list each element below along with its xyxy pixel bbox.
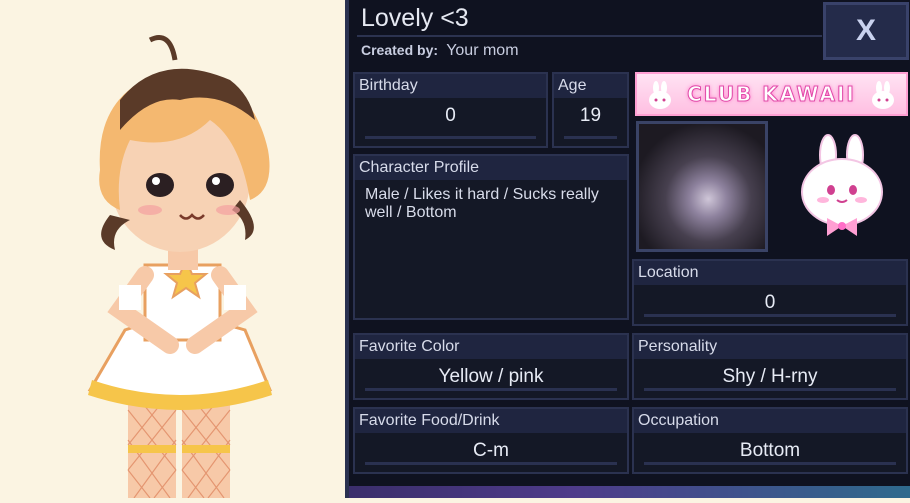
favorite-food-value[interactable]: C-m — [355, 437, 627, 465]
club-kawaii-banner: CLUB KAWAII — [635, 72, 908, 116]
occupation-field[interactable]: Occupation Bottom — [632, 407, 908, 474]
favorite-color-value[interactable]: Yellow / pink — [355, 363, 627, 391]
favorite-food-field[interactable]: Favorite Food/Drink C-m — [353, 407, 629, 474]
favorite-color-underline — [365, 388, 617, 391]
created-by: Created by: Your mom — [361, 40, 519, 60]
personality-value[interactable]: Shy / H-rny — [634, 363, 906, 391]
title-divider — [357, 35, 822, 37]
created-by-label: Created by: — [361, 42, 439, 58]
character-stage — [0, 0, 345, 499]
birthday-underline — [365, 136, 536, 139]
close-button[interactable]: X — [823, 2, 909, 60]
occupation-underline — [644, 462, 896, 465]
age-underline — [564, 136, 617, 139]
age-label: Age — [554, 74, 627, 98]
character-name[interactable]: Lovely <3 — [361, 2, 811, 34]
location-label: Location — [634, 261, 906, 285]
bottom-strip — [349, 486, 910, 498]
occupation-label: Occupation — [634, 409, 906, 433]
character-profile-label: Character Profile — [355, 156, 627, 180]
birthday-label: Birthday — [355, 74, 546, 98]
birthday-value[interactable]: 0 — [355, 102, 546, 130]
bunny-icon — [872, 81, 894, 109]
birthday-field[interactable]: Birthday 0 — [353, 72, 548, 148]
created-by-value: Your mom — [446, 42, 519, 59]
favorite-food-underline — [365, 462, 617, 465]
personality-underline — [644, 388, 896, 391]
favorite-color-field[interactable]: Favorite Color Yellow / pink — [353, 333, 629, 400]
character-profile-field[interactable]: Character Profile Male / Likes it hard /… — [353, 154, 629, 320]
age-field[interactable]: Age 19 — [552, 72, 629, 148]
character-profile-text[interactable]: Male / Likes it hard / Sucks really well… — [365, 186, 619, 222]
favorite-color-label: Favorite Color — [355, 335, 627, 359]
bunny-mascot-icon — [801, 134, 883, 236]
close-icon: X — [855, 14, 876, 47]
personality-label: Personality — [634, 335, 906, 359]
bunny-icon — [649, 81, 671, 109]
personality-field[interactable]: Personality Shy / H-rny — [632, 333, 908, 400]
favorite-food-label: Favorite Food/Drink — [355, 409, 627, 433]
location-field[interactable]: Location 0 — [632, 259, 908, 326]
occupation-value[interactable]: Bottom — [634, 437, 906, 465]
character-illustration — [87, 35, 273, 499]
age-value[interactable]: 19 — [554, 102, 627, 130]
banner-text: CLUB KAWAII — [687, 82, 856, 107]
profile-photo[interactable] — [636, 121, 768, 252]
location-value[interactable]: 0 — [634, 289, 906, 317]
location-underline — [644, 314, 896, 317]
